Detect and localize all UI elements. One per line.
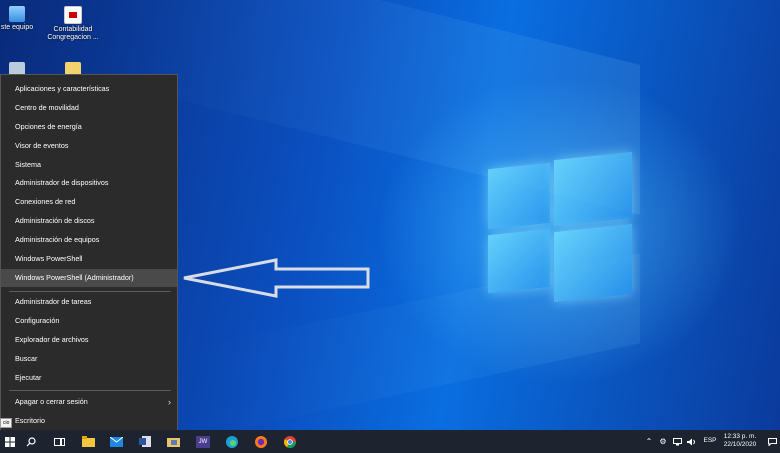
windows-logo <box>488 151 634 303</box>
notifications-button[interactable] <box>764 430 780 453</box>
menu-item-ejecutar[interactable]: Ejecutar <box>1 369 177 387</box>
folder-icon <box>166 438 180 447</box>
menu-item-windows-powershell-admin[interactable]: Windows PowerShell (Administrador) <box>1 269 177 287</box>
edge-button[interactable] <box>218 430 246 453</box>
taskbar: JW ⌃ ⚙ ESP 12:33 p. m. 22/10/2020 <box>0 430 780 453</box>
volume-icon <box>686 438 695 445</box>
notifications-icon <box>767 437 777 446</box>
menu-separator <box>9 291 171 292</box>
menu-item-buscar[interactable]: Buscar <box>1 350 177 368</box>
network-icon <box>672 437 682 445</box>
tooltip: cio <box>0 418 13 428</box>
tray-network-button[interactable] <box>670 430 684 453</box>
clock-date: 22/10/2020 <box>723 441 757 448</box>
language-indicator[interactable]: ESP <box>700 437 720 445</box>
menu-item-windows-powershell[interactable]: Windows PowerShell <box>1 250 177 268</box>
jw-library-button[interactable]: JW <box>189 430 217 453</box>
tray-volume-button[interactable] <box>684 430 698 453</box>
gear-icon: ⚙ <box>659 437 667 446</box>
chrome-button[interactable] <box>276 430 304 453</box>
winx-context-menu: Aplicaciones y características Centro de… <box>0 74 178 432</box>
pointer-arrow-annotation <box>183 258 370 298</box>
task-view-button[interactable] <box>45 430 73 453</box>
menu-separator <box>9 390 171 391</box>
tray-overflow-button[interactable]: ⌃ <box>642 430 656 453</box>
menu-item-opciones-energia[interactable]: Opciones de energía <box>1 118 177 136</box>
folder-button[interactable] <box>159 430 187 453</box>
menu-item-aplicaciones[interactable]: Aplicaciones y características <box>1 80 177 98</box>
edge-icon <box>226 435 238 448</box>
menu-item-administracion-equipos[interactable]: Administración de equipos <box>1 231 177 249</box>
menu-item-sistema[interactable]: Sistema <box>1 156 177 174</box>
computer-icon <box>9 6 25 22</box>
menu-item-apagar[interactable]: Apagar o cerrar sesión › <box>1 393 177 411</box>
file-explorer-icon <box>81 436 95 447</box>
pdf-file-icon <box>64 6 82 24</box>
chevron-right-icon: › <box>168 397 171 407</box>
menu-item-administrador-tareas[interactable]: Administrador de tareas <box>1 293 177 311</box>
search-button[interactable] <box>17 430 45 453</box>
menu-item-administrador-dispositivos[interactable]: Administrador de dispositivos <box>1 174 177 192</box>
chevron-up-icon: ⌃ <box>645 437 653 446</box>
task-view-icon <box>53 437 65 446</box>
chrome-icon <box>284 435 296 448</box>
clock[interactable]: 12:33 p. m. 22/10/2020 <box>718 433 762 449</box>
firefox-icon <box>255 435 267 448</box>
word-button[interactable] <box>131 430 159 453</box>
menu-item-centro-movilidad[interactable]: Centro de movilidad <box>1 99 177 117</box>
menu-item-administracion-discos[interactable]: Administración de discos <box>1 212 177 230</box>
menu-item-escritorio[interactable]: Escritorio <box>1 412 177 430</box>
clock-time: 12:33 p. m. <box>723 433 757 440</box>
search-icon <box>26 436 36 446</box>
menu-item-configuracion[interactable]: Configuración <box>1 312 177 330</box>
firefox-button[interactable] <box>247 430 275 453</box>
file-explorer-button[interactable] <box>74 430 102 453</box>
menu-item-explorador-archivos[interactable]: Explorador de archivos <box>1 331 177 349</box>
mail-button[interactable] <box>102 430 130 453</box>
mail-icon <box>109 436 123 447</box>
jw-icon: JW <box>196 435 210 448</box>
start-icon <box>5 436 15 447</box>
word-icon <box>139 436 151 447</box>
desktop-icon-contabilidad[interactable]: Contabilidad Congregacion ... <box>38 6 108 42</box>
menu-item-visor-eventos[interactable]: Visor de eventos <box>1 137 177 155</box>
menu-item-conexiones-red[interactable]: Conexiones de red <box>1 193 177 211</box>
tray-settings-button[interactable]: ⚙ <box>656 430 670 453</box>
